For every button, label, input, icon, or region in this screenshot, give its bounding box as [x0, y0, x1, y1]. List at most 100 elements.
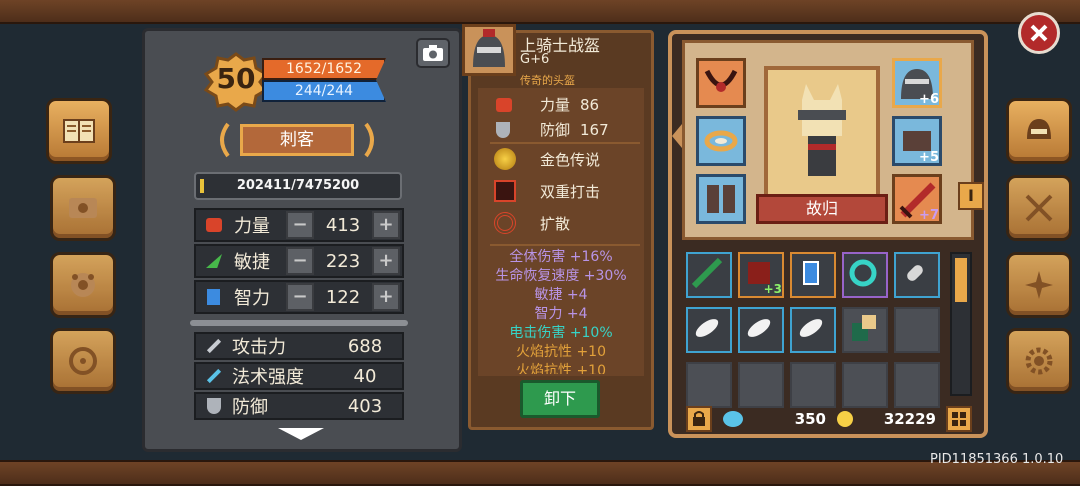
sort-button[interactable]: [946, 406, 972, 432]
tab-skills[interactable]: [1006, 175, 1072, 241]
fist-icon: [496, 97, 512, 112]
stat-row-attack: 攻击力 688: [194, 332, 404, 360]
inventory-slot[interactable]: [790, 307, 836, 353]
inventory-slot[interactable]: [686, 362, 732, 408]
camera-icon: [423, 45, 443, 61]
character-portrait: [764, 66, 880, 206]
inventory-scrollbar[interactable]: [950, 252, 972, 396]
book-icon: [207, 289, 220, 305]
expand-left-arrow[interactable]: [672, 124, 682, 148]
boots-slot[interactable]: [696, 174, 746, 224]
inventory-slot[interactable]: [686, 252, 732, 298]
inventory-slot[interactable]: [790, 252, 836, 298]
stat-row-strength: 力量 − 413 +: [194, 208, 404, 242]
coin-icon: [837, 411, 853, 427]
increase-button[interactable]: +: [372, 247, 400, 275]
item-grade: G+6: [520, 52, 550, 67]
stat-value: 40: [353, 365, 377, 387]
paw-icon: [71, 273, 95, 297]
inventory-slot[interactable]: [894, 252, 940, 298]
enhance-level: +7: [919, 208, 939, 223]
ring-slot[interactable]: [696, 116, 746, 166]
page-tab-1[interactable]: I: [958, 182, 984, 210]
tab-settings[interactable]: [1006, 328, 1072, 394]
decrease-button[interactable]: −: [286, 211, 314, 239]
skill-label: 扩散: [540, 214, 571, 233]
lock-button[interactable]: [686, 406, 712, 432]
gloves-slot[interactable]: +5: [892, 116, 942, 166]
helmet-slot[interactable]: +6: [892, 58, 942, 108]
tab-scroll[interactable]: [50, 175, 116, 241]
increase-button[interactable]: +: [372, 211, 400, 239]
tab-pets[interactable]: [50, 252, 116, 318]
item-bonuses: 全体伤害 +16% 生命恢复速度 +30% 敏捷 +4 智力 +4 电击伤害 +…: [478, 248, 644, 374]
boots-icon: [707, 185, 735, 213]
stat-label: 力量: [234, 216, 270, 237]
tab-helmet[interactable]: [1006, 98, 1072, 164]
stat-value: 688: [347, 335, 383, 357]
tab-journal[interactable]: [46, 98, 112, 164]
chevron-down-icon: [278, 428, 324, 440]
item-stat-defense: 防御 167: [496, 119, 609, 140]
helmet-icon: [473, 29, 505, 67]
coin-count: 32229: [883, 410, 936, 428]
level-value: 50: [216, 62, 256, 95]
inventory-slot[interactable]: [842, 252, 888, 298]
inventory-slot[interactable]: [842, 307, 888, 353]
bonus-line: 电击伤害 +10%: [509, 325, 613, 341]
stat-value: 223: [325, 250, 361, 272]
game-screen: { "player": { "level": "50", "hp": "1652…: [0, 0, 1080, 486]
lock-icon: [693, 411, 705, 426]
amulet-slot[interactable]: [696, 58, 746, 108]
stat-row-spell-power: 法术强度 40: [194, 362, 404, 390]
bonus-line: 全体伤害 +16%: [509, 249, 613, 265]
inventory-slot[interactable]: [738, 362, 784, 408]
gem-count: 350: [794, 410, 826, 428]
character-sprite: [798, 84, 846, 176]
stat-label: 法术强度: [232, 367, 304, 388]
exp-bar: 202411/7475200: [194, 172, 402, 200]
tab-talents[interactable]: [1006, 252, 1072, 318]
weapon-slot[interactable]: +7: [892, 174, 942, 224]
ripple-icon: [494, 212, 516, 234]
inventory-slot[interactable]: [894, 362, 940, 408]
stat-row-agility: 敏捷 − 223 +: [194, 244, 404, 278]
class-name: 刺客: [240, 124, 354, 156]
enhance-level: +3: [763, 282, 782, 296]
feather-icon: [799, 319, 823, 337]
feather-icon: [747, 319, 771, 337]
bandage-icon: [907, 265, 923, 281]
bonus-line: 敏捷 +4: [534, 287, 588, 303]
stat-value: 86: [580, 95, 600, 114]
wand-icon: [206, 368, 222, 384]
decrease-button[interactable]: −: [286, 283, 314, 311]
item-skill-golden: 金色传说: [494, 148, 600, 170]
fist-icon: [206, 218, 222, 232]
skill-label: 双重打击: [540, 182, 601, 201]
scroll-down-button[interactable]: [276, 426, 326, 446]
steering-wheel-icon: [69, 347, 97, 375]
divider: [490, 244, 640, 246]
increase-button[interactable]: +: [372, 283, 400, 311]
inventory-slot[interactable]: [738, 307, 784, 353]
shield-icon: [496, 121, 510, 138]
ring-icon: [704, 130, 738, 152]
scrollbar-thumb[interactable]: [955, 258, 967, 302]
screenshot-button[interactable]: [416, 38, 450, 68]
stat-value: 122: [325, 286, 361, 308]
necklace-icon: [704, 69, 738, 92]
inventory-slot[interactable]: +3: [738, 252, 784, 298]
tab-vehicle[interactable]: [50, 328, 116, 394]
inventory-slot[interactable]: [842, 362, 888, 408]
inventory-slot[interactable]: [790, 362, 836, 408]
close-button[interactable]: [1018, 12, 1060, 54]
hp-bar: 1652/1652: [262, 58, 386, 80]
stat-label: 智力: [234, 288, 270, 309]
divider: [490, 142, 640, 144]
decrease-button[interactable]: −: [286, 247, 314, 275]
enhance-level: +5: [919, 150, 939, 165]
inventory-slot[interactable]: [686, 307, 732, 353]
inventory-slot[interactable]: [894, 307, 940, 353]
level-badge: 50: [203, 52, 269, 112]
unequip-button[interactable]: 卸下: [520, 380, 600, 418]
